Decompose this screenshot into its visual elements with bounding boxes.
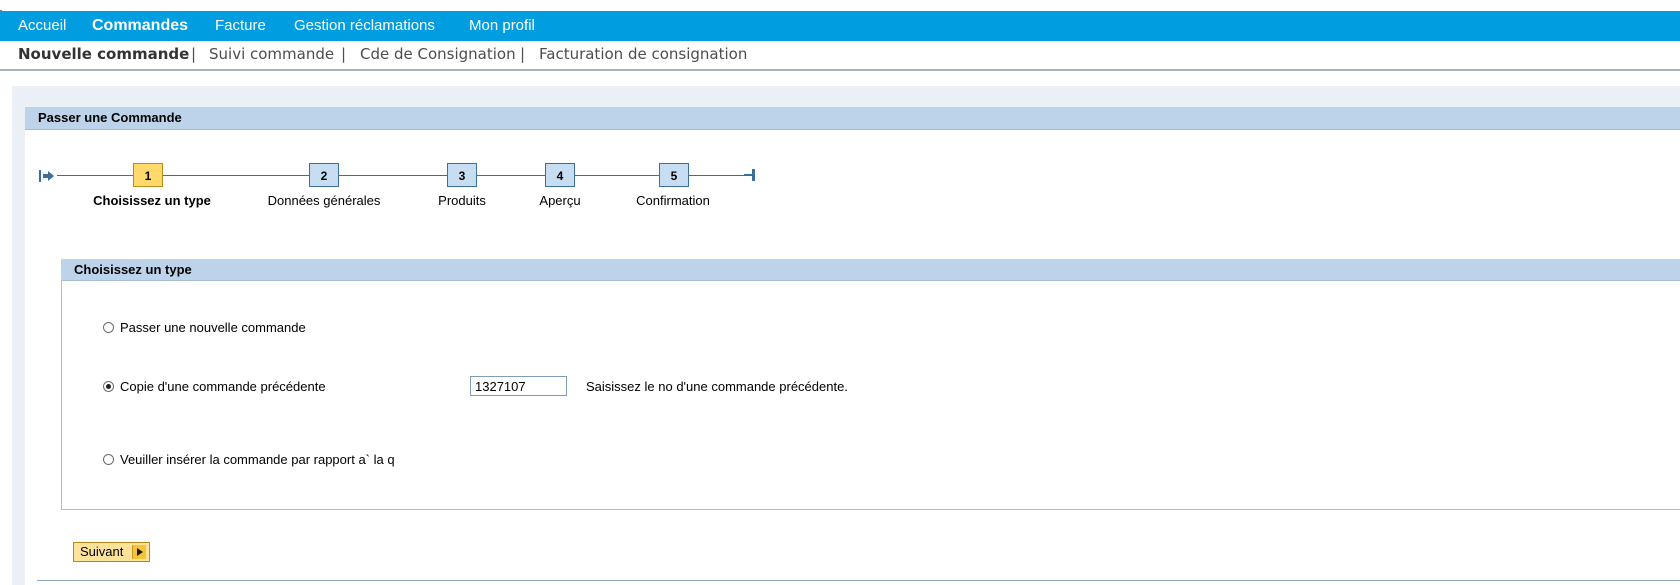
roadmap-step-3-label[interactable]: Produits [438, 193, 486, 208]
roadmap-end-icon [744, 169, 755, 181]
panel-title-bar: Passer une Commande [25, 107, 1680, 130]
roadmap-step-3[interactable]: 3 [447, 163, 477, 187]
subnav-separator: | [341, 45, 347, 63]
next-button[interactable]: Suivant [73, 542, 150, 562]
top-navigation-bar: Accueil Commandes Facture Gestion réclam… [0, 11, 1680, 41]
roadmap-step-5[interactable]: 5 [659, 163, 689, 187]
nav-item-commandes[interactable]: Commandes [92, 11, 188, 41]
arrow-right-icon[interactable] [132, 545, 146, 559]
radio-selected-dot [106, 384, 111, 389]
subnav-separator: | [520, 45, 526, 63]
next-button-label[interactable]: Suivant [80, 543, 123, 561]
option-copy-order-label[interactable]: Copie d'une commande précédente [120, 378, 326, 396]
subnav-separator: | [191, 45, 197, 63]
radio-copy-order[interactable] [103, 381, 114, 392]
group-title-bar: Choisissez un type [61, 259, 1680, 281]
nav-item-facture[interactable]: Facture [215, 11, 266, 41]
option-new-order-label[interactable]: Passer une nouvelle commande [120, 319, 306, 337]
panel-title: Passer une Commande [38, 110, 182, 125]
roadmap-step-1[interactable]: 1 [133, 163, 163, 187]
subnav-item-nouvelle-commande[interactable]: Nouvelle commande [18, 43, 189, 65]
sub-navigation-bar: Nouvelle commande | Suivi commande | Cde… [0, 41, 1680, 71]
nav-item-accueil[interactable]: Accueil [18, 11, 66, 41]
subnav-item-suivi-commande[interactable]: Suivi commande [209, 43, 334, 65]
group-title: Choisissez un type [74, 262, 192, 277]
nav-item-mon-profil[interactable]: Mon profil [469, 11, 535, 41]
radio-insert-order[interactable] [103, 454, 114, 465]
nav-item-gestion-reclamations[interactable]: Gestion réclamations [294, 11, 435, 41]
roadmap-step-2[interactable]: 2 [309, 163, 339, 187]
subnav-item-facturation-de-consignation[interactable]: Facturation de consignation [539, 43, 747, 65]
roadmap-step-4[interactable]: 4 [545, 163, 575, 187]
option-insert-order-label[interactable]: Veuiller insérer la commande par rapport… [120, 451, 395, 469]
previous-order-number-input[interactable] [470, 376, 567, 396]
radio-new-order[interactable] [103, 322, 114, 333]
roadmap-step-4-label[interactable]: Aperçu [539, 193, 580, 208]
roadmap-step-5-label[interactable]: Confirmation [636, 193, 710, 208]
previous-order-hint: Saisissez le no d'une commande précédent… [586, 379, 848, 394]
footer-divider [37, 580, 1680, 581]
roadmap-step-2-label[interactable]: Données générales [268, 193, 381, 208]
roadmap-step-1-label[interactable]: Choisissez un type [93, 193, 211, 208]
roadmap-start-icon [39, 170, 54, 182]
subnav-item-cde-de-consignation[interactable]: Cde de Consignation [360, 43, 516, 65]
